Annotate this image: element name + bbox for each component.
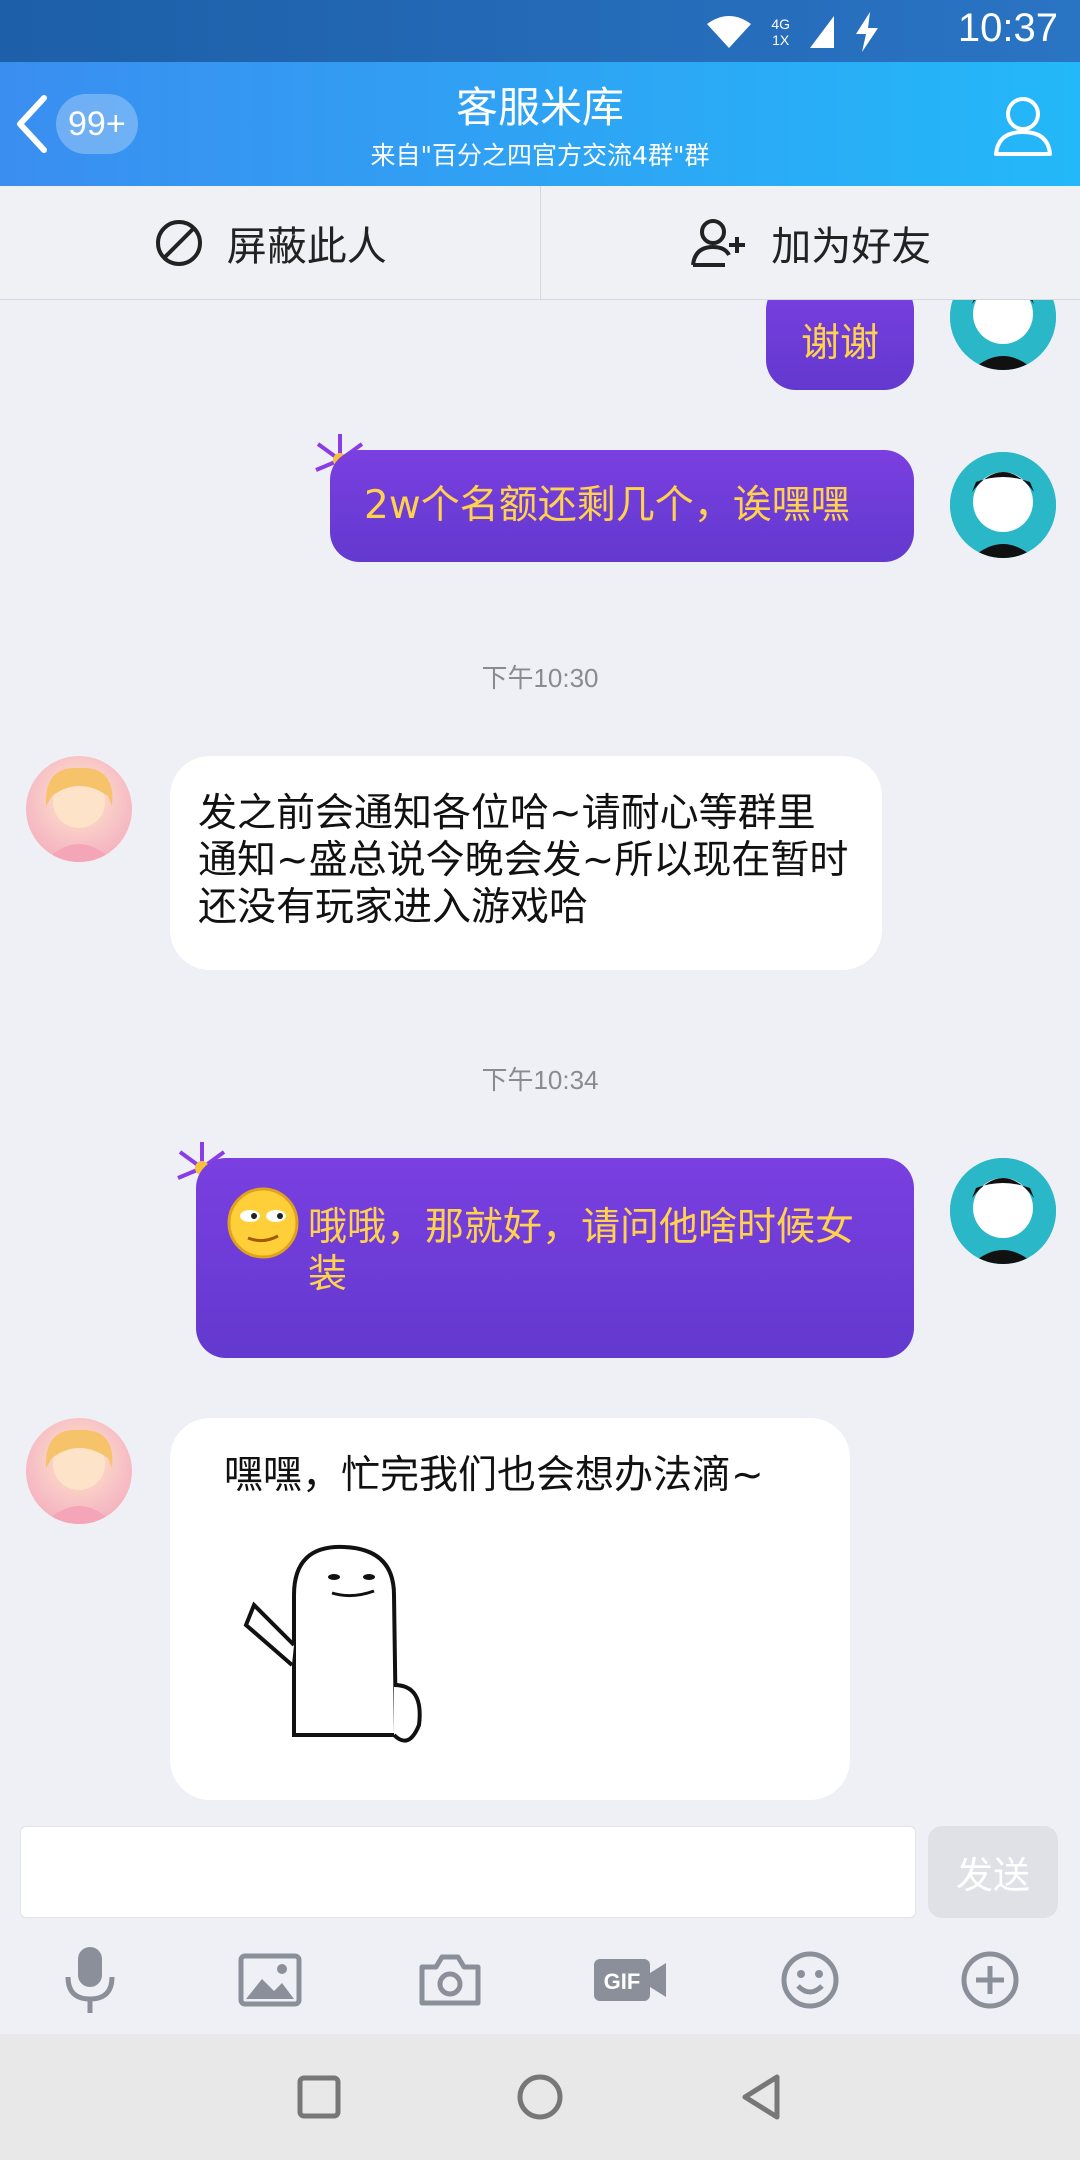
block-icon: [155, 219, 202, 266]
message-bubble-outgoing[interactable]: 谢谢: [766, 300, 914, 390]
avatar-girl-icon: [44, 1429, 114, 1524]
block-label: 屏蔽此人: [226, 223, 387, 270]
home-button[interactable]: [505, 2062, 575, 2132]
network-bottom: 1X: [772, 32, 790, 48]
chat-header: 99+ 客服米库 来自"百分之四官方交流4群"群: [0, 62, 1080, 186]
more-button[interactable]: [950, 1940, 1030, 2020]
add-friend-button[interactable]: 加为好友: [539, 186, 1080, 299]
send-button[interactable]: 发送: [928, 1826, 1058, 1918]
message-text: 谢谢: [800, 321, 879, 366]
message-text: 嘿嘿，忙完我们也会想办法滴~: [224, 1453, 764, 1498]
status-bar: 4G 1X 10:37: [0, 0, 1080, 62]
voice-button[interactable]: [50, 1940, 130, 2020]
network-type-label: 4G 1X: [771, 16, 790, 48]
add-friend-label: 加为好友: [771, 223, 932, 270]
status-icons: 4G 1X: [705, 10, 880, 54]
avatar-self[interactable]: [950, 452, 1056, 558]
page-subtitle: 来自"百分之四官方交流4群"群: [370, 141, 710, 170]
square-icon: [297, 2075, 341, 2119]
message-bubble-incoming[interactable]: 嘿嘿，忙完我们也会想办法滴~: [170, 1418, 850, 1800]
message-timestamp: 下午10:34: [481, 1065, 599, 1095]
circle-icon: [517, 2074, 563, 2120]
system-nav-bar: [0, 2034, 1080, 2160]
gif-icon: GIF: [594, 1959, 666, 2001]
signal-icon: [810, 16, 834, 48]
image-icon: [238, 1953, 302, 2007]
composer-toolbar: GIF: [0, 1940, 1080, 2020]
message-bubble-outgoing[interactable]: 2w个名额还剩几个，诶嘿嘿: [330, 450, 914, 562]
page-title: 客服米库: [455, 83, 624, 132]
wifi-icon: [707, 16, 752, 48]
triangle-back-icon: [742, 2074, 780, 2120]
emoji-button[interactable]: [770, 1940, 850, 2020]
microphone-icon: [65, 1947, 115, 2013]
block-user-button[interactable]: 屏蔽此人: [0, 186, 540, 299]
composer: 发送 GIF: [0, 1820, 1080, 2034]
avatar-self[interactable]: [950, 1158, 1056, 1264]
avatar-self[interactable]: [950, 300, 1056, 370]
message-bubble-incoming[interactable]: 发之前会通知各位哈~请耐心等群里通知~盛总说今晚会发~所以现在暂时还没有玩家进入…: [170, 756, 882, 970]
svg-text:GIF: GIF: [604, 1969, 641, 1994]
person-icon: [994, 97, 1052, 156]
message-list[interactable]: 谢谢 2w个名额还剩几个，诶嘿嘿 下午10:30 发之前会通知各位哈~请耐心等群…: [0, 300, 1080, 1820]
recents-button[interactable]: [284, 2062, 354, 2132]
action-bar: 屏蔽此人 加为好友: [0, 186, 1080, 300]
message-text: 发之前会通知各位哈~请耐心等群里通知~盛总说今晚会发~所以现在暂时还没有玩家进入…: [198, 791, 849, 930]
emoji-icon: [781, 1951, 839, 2009]
smirk-emoji-icon: [227, 1187, 299, 1259]
camera-icon: [419, 1954, 481, 2006]
clock: 10:37: [957, 6, 1058, 50]
avatar-boy-icon: [950, 1158, 1056, 1264]
avatar-sender[interactable]: [26, 756, 132, 862]
avatar-boy-icon: [950, 300, 1056, 370]
avatar-girl-icon: [44, 767, 114, 862]
network-top: 4G: [771, 16, 790, 32]
gif-button[interactable]: GIF: [590, 1940, 670, 2020]
image-button[interactable]: [230, 1940, 310, 2020]
meme-sticker-image[interactable]: [224, 1535, 454, 1755]
add-person-icon: [691, 218, 746, 267]
plus-circle-icon: [961, 1951, 1019, 2009]
message-input[interactable]: [20, 1826, 916, 1918]
battery-charging-icon: [856, 12, 878, 52]
avatar-sender[interactable]: [26, 1418, 132, 1524]
message-text: 2w个名额还剩几个，诶嘿嘿: [364, 483, 850, 528]
back-nav-button[interactable]: [726, 2062, 796, 2132]
message-bubble-outgoing[interactable]: 哦哦，那就好，请问他啥时候女装: [196, 1158, 914, 1358]
message-text: 哦哦，那就好，请问他啥时候女装: [308, 1205, 855, 1297]
avatar-boy-icon: [950, 452, 1056, 558]
profile-button[interactable]: [990, 92, 1056, 158]
camera-button[interactable]: [410, 1940, 490, 2020]
message-timestamp: 下午10:30: [481, 663, 599, 693]
